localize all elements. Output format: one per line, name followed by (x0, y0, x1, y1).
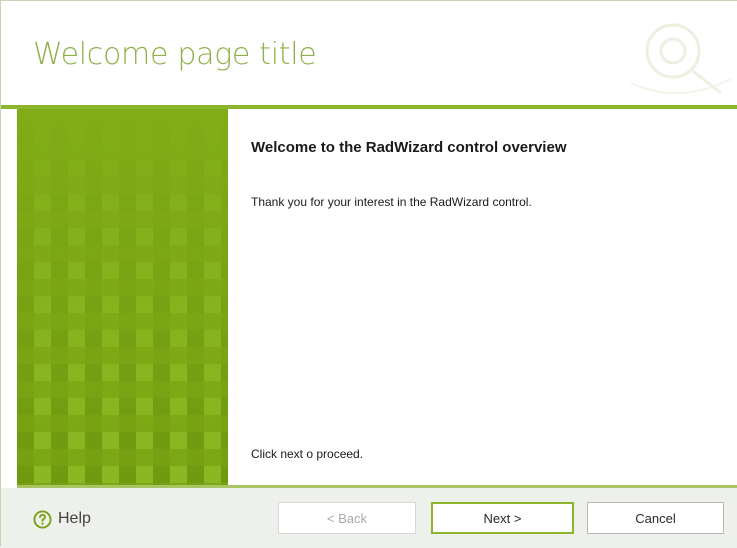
wizard-header: Welcome page title (1, 1, 737, 109)
wizard-page-content: Welcome to the RadWizard control overvie… (228, 109, 737, 485)
help-circle-icon (33, 509, 52, 529)
checker-pattern (17, 109, 228, 485)
help-button[interactable]: Help (33, 508, 91, 530)
wizard-command-area: Help < Back Next > Cancel (1, 488, 737, 548)
page-instruction: Click next o proceed. (251, 447, 364, 461)
next-button[interactable]: Next > (431, 502, 574, 534)
side-panel-image (17, 109, 228, 485)
page-message: Thank you for your interest in the RadWi… (251, 195, 532, 209)
page-title: Welcome page title (33, 37, 317, 72)
help-label: Help (58, 510, 91, 527)
back-button[interactable]: < Back (278, 502, 416, 534)
cancel-button[interactable]: Cancel (587, 502, 724, 534)
wizard-window: Welcome page title Welcome to the RadWiz… (0, 0, 737, 548)
page-heading: Welcome to the RadWizard control overvie… (251, 139, 567, 156)
header-watermark-icon (630, 23, 732, 95)
